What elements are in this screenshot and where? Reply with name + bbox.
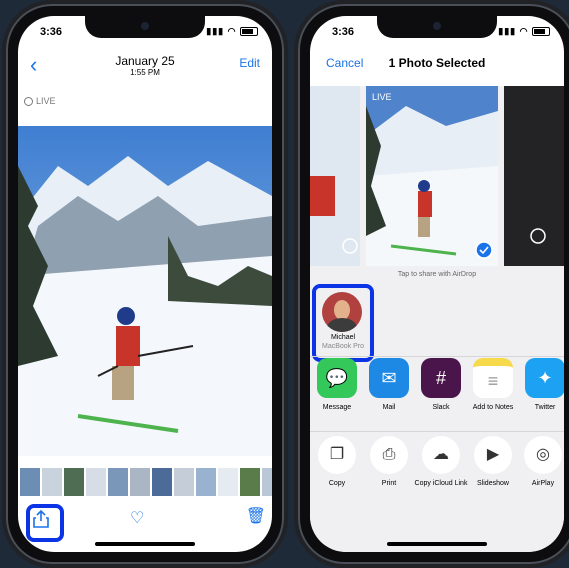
left-phone: 3:36 ▮▮▮ ◠ ‹ January 25 1:55 PM Edit LIV…	[6, 4, 284, 564]
app-label: Mail	[382, 404, 396, 411]
cloud-link-icon: ☁	[422, 436, 460, 474]
copy-icon: ❐	[318, 436, 356, 474]
photo-thumb-selected[interactable]: LIVE	[366, 86, 498, 266]
action-label: Slideshow	[477, 480, 509, 487]
app-label: Message	[322, 404, 352, 411]
ski-photo	[18, 126, 272, 456]
photo-thumb-prev[interactable]	[310, 86, 360, 266]
status-time: 3:36	[40, 26, 63, 38]
app-twitter[interactable]: ✦ Twitter	[520, 358, 564, 412]
nav-bar: ‹ January 25 1:55 PM Edit	[18, 46, 272, 86]
notes-icon: ≡	[473, 358, 513, 398]
share-title: 1 Photo Selected	[388, 56, 486, 70]
play-icon: ▶	[474, 436, 512, 474]
action-label: Print	[381, 480, 397, 487]
share-apps-row: 💬 Message ✉ Mail # Slack ≡ Add to Notes …	[310, 358, 564, 428]
home-indicator	[95, 542, 195, 546]
share-nav-bar: Cancel 1 Photo Selected	[310, 46, 564, 86]
action-airplay[interactable]: ◎ AirPlay	[516, 436, 564, 488]
share-button[interactable]	[26, 504, 64, 542]
slack-icon: #	[421, 358, 461, 398]
airdrop-person-michael[interactable]: Michael MacBook Pro	[312, 284, 374, 362]
status-time: 3:36	[332, 26, 355, 38]
print-icon: ⎙	[370, 436, 408, 474]
action-copy[interactable]: ❐ Copy	[310, 436, 364, 488]
app-mail[interactable]: ✉ Mail	[364, 358, 414, 412]
share-sheet-screen: 3:36 ▮▮▮ ◠ Cancel 1 Photo Selected LIVE …	[310, 16, 564, 552]
action-label: Copy iCloud Link	[414, 480, 468, 487]
airdrop-hint: Tap to share with AirDrop	[397, 271, 477, 278]
photo-view-screen: 3:36 ▮▮▮ ◠ ‹ January 25 1:55 PM Edit LIV…	[18, 16, 272, 552]
action-label: Copy	[328, 480, 346, 487]
notch	[377, 16, 497, 38]
photo-selector: LIVE	[310, 86, 564, 266]
share-icon	[33, 509, 49, 528]
nav-subtitle: 1:55 PM	[130, 68, 160, 77]
airdrop-person-name: Michael	[330, 334, 356, 341]
airdrop-person-device: MacBook Pro	[321, 343, 365, 350]
battery-icon	[532, 27, 550, 37]
app-label: Twitter	[534, 404, 556, 411]
thumbnail-strip[interactable]	[18, 468, 272, 496]
home-indicator	[387, 542, 487, 546]
action-copy-icloud-link[interactable]: ☁ Copy iCloud Link	[414, 436, 468, 488]
app-label: Add to Notes	[472, 404, 514, 411]
live-badge: LIVE	[24, 96, 56, 107]
mail-icon: ✉	[369, 358, 409, 398]
action-print[interactable]: ⎙ Print	[362, 436, 416, 488]
twitter-icon: ✦	[525, 358, 564, 398]
status-icons: ▮▮▮ ◠	[498, 26, 550, 37]
live-label: LIVE	[36, 96, 56, 106]
live-label: LIVE	[372, 92, 392, 102]
right-phone: 3:36 ▮▮▮ ◠ Cancel 1 Photo Selected LIVE …	[298, 4, 569, 564]
avatar	[322, 292, 362, 332]
airplay-icon: ◎	[524, 436, 562, 474]
action-slideshow[interactable]: ▶ Slideshow	[466, 436, 520, 488]
app-slack[interactable]: # Slack	[416, 358, 466, 412]
message-icon: 💬	[317, 358, 357, 398]
share-actions-row: ❐ Copy ⎙ Print ☁ Copy iCloud Link ▶ Slid…	[310, 436, 564, 516]
live-icon	[24, 97, 33, 107]
heart-icon[interactable]: ♡	[130, 508, 144, 528]
app-message[interactable]: 💬 Message	[312, 358, 362, 412]
photo-thumb-next[interactable]	[504, 86, 564, 266]
status-icons: ▮▮▮ ◠	[206, 26, 258, 37]
bottom-toolbar: ♡ 🗑	[18, 504, 272, 542]
divider	[310, 431, 564, 432]
app-notes[interactable]: ≡ Add to Notes	[468, 358, 518, 412]
trash-icon[interactable]: 🗑	[246, 506, 266, 526]
app-label: Slack	[432, 404, 450, 411]
nav-title: January 25	[115, 54, 175, 68]
action-label: AirPlay	[531, 480, 555, 487]
divider	[310, 356, 564, 357]
edit-button[interactable]: Edit	[239, 56, 260, 70]
battery-icon	[240, 27, 258, 37]
notch	[85, 16, 205, 38]
